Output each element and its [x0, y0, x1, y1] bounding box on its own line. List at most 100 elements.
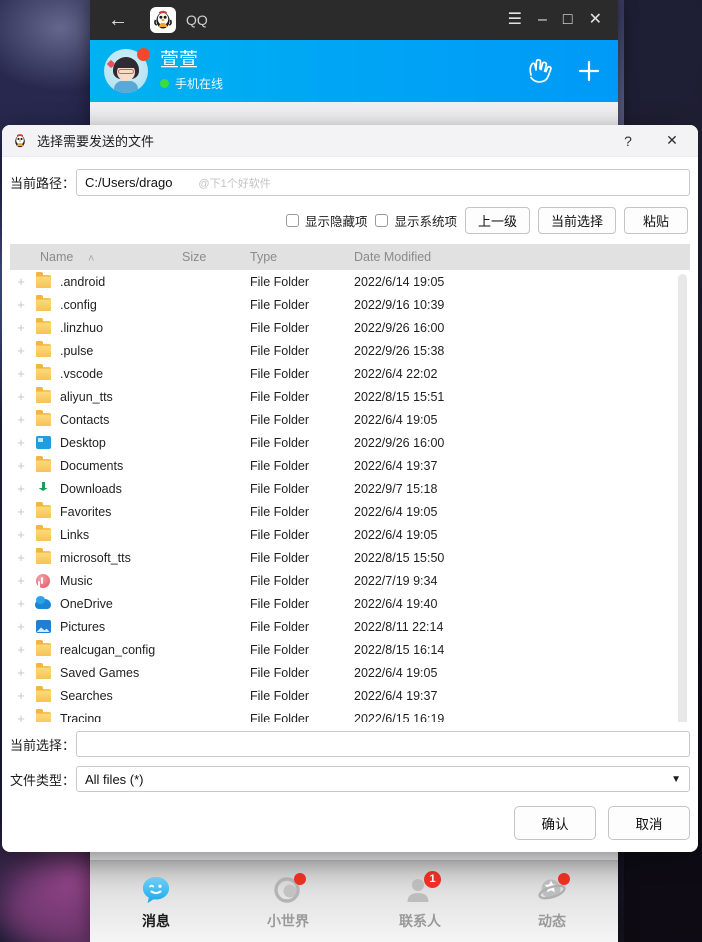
file-date-cell: 2022/7/19 9:34 — [354, 573, 438, 588]
table-row[interactable]: + realcugan_config File Folder 2022/8/15 16… — [10, 638, 690, 661]
tab-small-world[interactable]: 小世界 — [222, 872, 354, 931]
expand-plus-icon[interactable]: + — [10, 643, 32, 656]
expand-plus-icon[interactable]: + — [10, 344, 32, 357]
plus-icon[interactable] — [576, 58, 602, 84]
table-row[interactable]: + microsoft_tts File Folder 2022/8/15 15:50 — [10, 546, 690, 569]
confirm-button[interactable]: 确认 — [514, 806, 596, 840]
column-header-name[interactable]: Name ˄ — [10, 250, 182, 265]
path-watermark: @下1个好软件 — [198, 177, 271, 190]
table-row[interactable]: + Favorites File Folder 2022/6/4 19:05 — [10, 500, 690, 523]
expand-plus-icon[interactable]: + — [10, 712, 32, 722]
help-icon[interactable]: ? — [606, 126, 650, 156]
file-date-cell: 2022/6/4 19:37 — [354, 688, 438, 703]
file-date-cell: 2022/6/4 19:37 — [354, 458, 438, 473]
expand-plus-icon[interactable]: + — [10, 321, 32, 334]
expand-plus-icon[interactable]: + — [10, 574, 32, 587]
scrollbar-thumb[interactable] — [678, 274, 687, 722]
file-list-header: Name ˄ Size Type Date Modified — [10, 244, 690, 270]
expand-plus-icon[interactable]: + — [10, 459, 32, 472]
table-row[interactable]: + .android File Folder 2022/6/14 19:05 — [10, 270, 690, 293]
column-header-date-modified[interactable]: Date Modified — [354, 250, 690, 264]
table-row[interactable]: + Contacts File Folder 2022/6/4 19:05 — [10, 408, 690, 431]
folder-icon — [32, 686, 54, 702]
profile-actions — [524, 58, 602, 84]
table-row[interactable]: + Downloads File Folder 2022/9/7 15:18 — [10, 477, 690, 500]
show-hidden-checkbox[interactable]: 显示隐藏项 — [285, 211, 367, 230]
table-row[interactable]: + .linzhuo File Folder 2022/9/26 16:00 — [10, 316, 690, 339]
file-type-cell: File Folder — [250, 435, 310, 450]
table-row[interactable]: + Tracing File Folder 2022/6/15 16:19 — [10, 707, 690, 722]
contacts-count-badge: 1 — [424, 870, 441, 888]
expand-plus-icon[interactable]: + — [10, 482, 32, 495]
folder-icon — [32, 272, 54, 288]
show-system-checkbox[interactable]: 显示系统项 — [375, 211, 457, 230]
minimize-icon[interactable]: – — [538, 12, 547, 28]
file-list-scrollbar[interactable] — [678, 274, 687, 722]
hamburger-menu-icon[interactable]: ☰ — [508, 12, 522, 28]
cancel-button[interactable]: 取消 — [608, 806, 690, 840]
close-icon[interactable]: ✕ — [589, 12, 602, 28]
dialog-titlebar: 选择需要发送的文件 ? ✕ — [2, 125, 698, 157]
table-row[interactable]: + Pictures File Folder 2022/8/11 22:14 — [10, 615, 690, 638]
file-date-cell: 2022/9/26 15:38 — [354, 343, 445, 358]
column-header-size[interactable]: Size — [182, 250, 250, 264]
message-bubble-icon — [139, 873, 173, 907]
table-row[interactable]: + Searches File Folder 2022/6/4 19:37 — [10, 684, 690, 707]
expand-plus-icon[interactable]: + — [10, 505, 32, 518]
table-row[interactable]: + Links File Folder 2022/6/4 19:05 — [10, 523, 690, 546]
current-selection-input[interactable] — [76, 731, 690, 757]
table-row[interactable]: + .pulse File Folder 2022/9/26 15:38 — [10, 339, 690, 362]
expand-plus-icon[interactable]: + — [10, 367, 32, 380]
file-type-cell: File Folder — [250, 412, 310, 427]
up-level-button[interactable]: 上一级 — [464, 207, 530, 234]
file-name-cell: .android — [60, 274, 106, 289]
file-type-cell: File Folder — [250, 366, 310, 381]
table-row[interactable]: + Saved Games File Folder 2022/6/4 19:05 — [10, 661, 690, 684]
table-row[interactable]: + .config File Folder 2022/9/16 10:39 — [10, 293, 690, 316]
expand-plus-icon[interactable]: + — [10, 436, 32, 449]
file-type-row: 文件类型： All files (*) ▼ — [10, 766, 690, 792]
file-type-cell: File Folder — [250, 665, 310, 680]
expand-plus-icon[interactable]: + — [10, 413, 32, 426]
maximize-icon[interactable]: □ — [563, 12, 573, 28]
expand-plus-icon[interactable]: + — [10, 666, 32, 679]
file-type-label: 文件类型： — [10, 772, 76, 788]
file-type-cell: File Folder — [250, 504, 310, 519]
qq-penguin-icon[interactable] — [150, 7, 176, 33]
hand-heart-icon[interactable] — [524, 58, 554, 84]
file-list[interactable]: + .android File Folder 2022/6/14 19:05 + .con… — [10, 270, 690, 722]
folder-icon — [32, 548, 54, 564]
file-date-cell: 2022/9/7 15:18 — [354, 481, 438, 496]
tab-contacts[interactable]: 1 联系人 — [354, 870, 486, 931]
file-name-cell: OneDrive — [60, 596, 113, 611]
expand-plus-icon[interactable]: + — [10, 528, 32, 541]
expand-plus-icon[interactable]: + — [10, 275, 32, 288]
table-row[interactable]: + Documents File Folder 2022/6/4 19:37 — [10, 454, 690, 477]
file-type-cell: File Folder — [250, 527, 310, 542]
file-type-select[interactable]: All files (*) ▼ — [76, 766, 690, 792]
expand-plus-icon[interactable]: + — [10, 620, 32, 633]
expand-plus-icon[interactable]: + — [10, 298, 32, 311]
expand-plus-icon[interactable]: + — [10, 597, 32, 610]
column-header-type[interactable]: Type — [250, 250, 354, 264]
table-row[interactable]: + .vscode File Folder 2022/6/4 22:02 — [10, 362, 690, 385]
paste-button[interactable]: 粘贴 — [624, 207, 688, 234]
table-row[interactable]: + OneDrive File Folder 2022/6/4 19:40 — [10, 592, 690, 615]
current-select-button[interactable]: 当前选择 — [537, 207, 616, 234]
tab-messages[interactable]: 消息 — [90, 873, 222, 931]
current-path-input[interactable]: C:/Users/drago @下1个好软件 — [76, 169, 690, 196]
expand-plus-icon[interactable]: + — [10, 689, 32, 702]
table-row[interactable]: + Music File Folder 2022/7/19 9:34 — [10, 569, 690, 592]
file-date-cell: 2022/6/4 19:05 — [354, 504, 438, 519]
file-type-value: All files (*) — [85, 771, 144, 787]
close-icon[interactable]: ✕ — [650, 126, 694, 156]
back-arrow-icon[interactable]: ← — [106, 10, 130, 30]
avatar[interactable] — [104, 48, 150, 93]
file-name-cell: Tracing — [60, 711, 102, 723]
expand-plus-icon[interactable]: + — [10, 390, 32, 403]
profile-status-label: 手机在线 — [175, 77, 224, 91]
expand-plus-icon[interactable]: + — [10, 551, 32, 564]
tab-moments[interactable]: 动态 — [486, 872, 618, 931]
table-row[interactable]: + aliyun_tts File Folder 2022/8/15 15:51 — [10, 385, 690, 408]
table-row[interactable]: + Desktop File Folder 2022/9/26 16:00 — [10, 431, 690, 454]
